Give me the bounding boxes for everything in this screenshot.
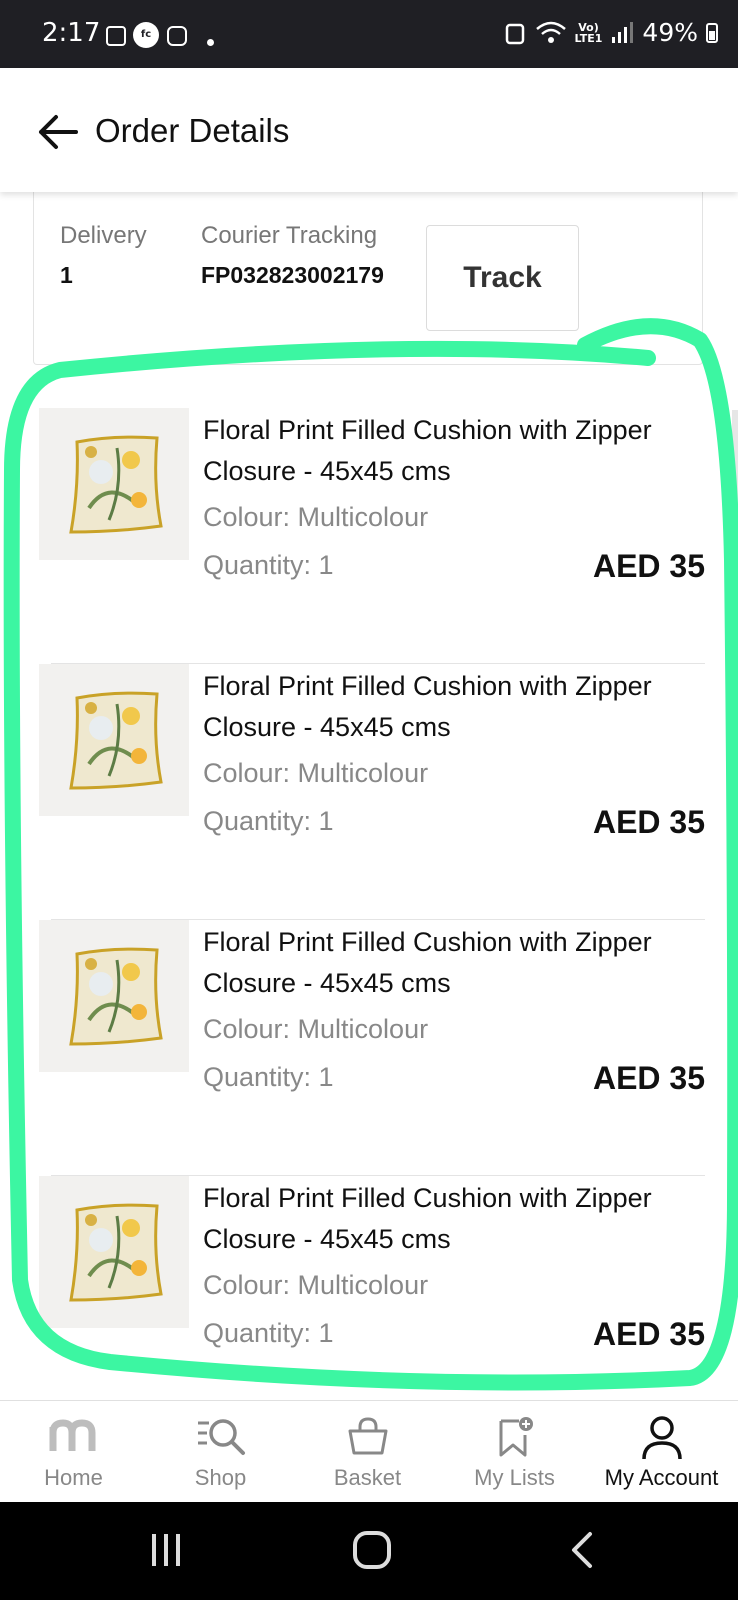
order-item[interactable]: Floral Print Filled Cushion with Zipper … — [33, 664, 705, 920]
page-title: Order Details — [95, 112, 290, 149]
battery-icon — [706, 22, 718, 43]
product-name: Floral Print Filled Cushion with Zipper … — [203, 671, 652, 742]
battery-percent: 49% — [642, 18, 698, 47]
product-image — [39, 408, 189, 560]
product-image — [39, 1176, 189, 1328]
nav-shop[interactable]: Shop — [147, 1401, 294, 1503]
basket-icon — [348, 1417, 387, 1455]
cushion-image — [69, 1203, 163, 1302]
app-header: Order Details — [0, 68, 738, 192]
delivery-number: 1 — [60, 262, 73, 288]
product-quantity: Quantity: 1 — [203, 806, 334, 836]
status-bar: 2:17 fc Vo) LTE1 49% — [0, 0, 738, 68]
nav-shop-label: Shop — [194, 1465, 247, 1490]
product-quantity: Quantity: 1 — [203, 1062, 334, 1092]
system-navigation-bar — [0, 1502, 738, 1600]
scrollbar[interactable] — [732, 410, 738, 775]
track-button[interactable]: Track — [426, 225, 579, 331]
app-notification-icon: fc — [133, 22, 159, 48]
status-time: 2:17 — [42, 18, 101, 48]
product-quantity: Quantity: 1 — [203, 550, 334, 580]
nav-my-account-label: My Account — [604, 1465, 719, 1490]
product-colour: Colour: Multicolour — [203, 758, 429, 788]
product-quantity: Quantity: 1 — [203, 1318, 334, 1348]
more-notifications-icon — [207, 39, 214, 46]
product-image — [39, 664, 189, 816]
product-price: AED 35 — [592, 548, 705, 584]
product-name: Floral Print Filled Cushion with Zipper … — [203, 415, 652, 486]
courier-tracking-number: FP032823002179 — [201, 262, 384, 288]
nav-home[interactable]: Home — [0, 1401, 147, 1503]
product-name: Floral Print Filled Cushion with Zipper … — [203, 1183, 652, 1254]
product-price: AED 35 — [592, 1060, 705, 1096]
cushion-image — [69, 435, 163, 534]
product-colour: Colour: Multicolour — [203, 502, 429, 532]
home-logo-icon — [49, 1419, 95, 1451]
bottom-navigation: Home Shop Basket My Lists My Account — [0, 1400, 738, 1502]
nav-home-label: Home — [44, 1465, 103, 1490]
shop-search-icon — [197, 1419, 245, 1455]
product-price: AED 35 — [592, 1316, 705, 1352]
cushion-image — [69, 691, 163, 790]
account-icon — [641, 1416, 682, 1460]
nav-my-lists[interactable]: My Lists — [441, 1401, 588, 1503]
product-colour: Colour: Multicolour — [203, 1014, 429, 1044]
home-button-icon[interactable] — [352, 1530, 392, 1570]
delivery-label: Delivery — [60, 222, 147, 249]
gallery-notification-icon — [106, 26, 126, 46]
product-colour: Colour: Multicolour — [203, 1270, 429, 1300]
bookmark-add-icon — [499, 1417, 533, 1457]
order-item[interactable]: Floral Print Filled Cushion with Zipper … — [33, 920, 705, 1176]
product-price: AED 35 — [592, 804, 705, 840]
product-image — [39, 920, 189, 1072]
signal-icon — [612, 21, 634, 43]
recent-apps-icon[interactable] — [148, 1530, 184, 1570]
cushion-image — [69, 947, 163, 1046]
system-back-icon[interactable] — [568, 1530, 596, 1570]
nav-my-account[interactable]: My Account — [588, 1401, 735, 1503]
order-item[interactable]: Floral Print Filled Cushion with Zipper … — [33, 408, 705, 664]
volte-indicator: Vo) LTE1 — [574, 20, 603, 45]
back-arrow-icon[interactable] — [36, 114, 78, 150]
instagram-notification-icon — [167, 26, 187, 46]
wifi-icon — [535, 21, 566, 43]
nav-basket[interactable]: Basket — [294, 1401, 441, 1503]
data-saver-icon — [505, 23, 524, 44]
product-name: Floral Print Filled Cushion with Zipper … — [203, 927, 652, 998]
courier-tracking-label: Courier Tracking — [201, 222, 378, 249]
nav-my-lists-label: My Lists — [474, 1465, 555, 1490]
order-item[interactable]: Floral Print Filled Cushion with Zipper … — [33, 1176, 705, 1432]
nav-basket-label: Basket — [333, 1465, 402, 1490]
